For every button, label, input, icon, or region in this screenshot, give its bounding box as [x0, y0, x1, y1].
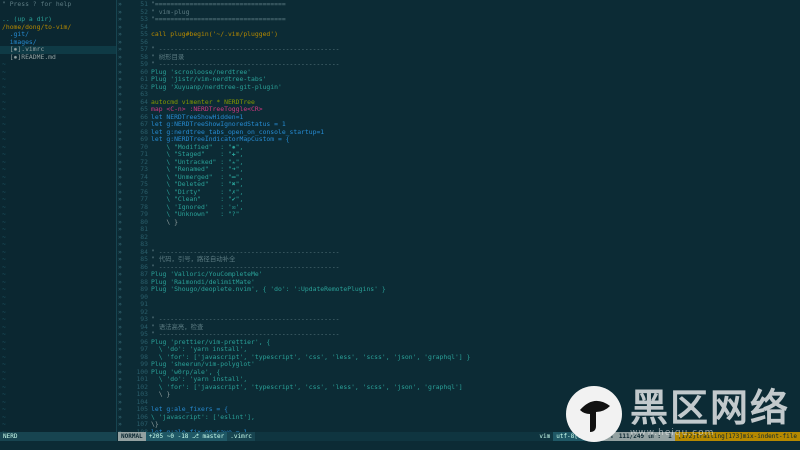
code-text: \ 'javascript': ['eslint'], [151, 412, 255, 421]
nerdtree-empty-row: ~ [2, 345, 6, 353]
code-line[interactable]: » 51 "================================== [118, 0, 800, 9]
nerdtree-empty-row: ~ [2, 285, 6, 293]
code-text: Plug 'Shougo/deoplete.nvim', { 'do': ':U… [151, 285, 386, 293]
nerdtree-item[interactable]: [✹]README.md [0, 53, 116, 62]
nerdtree-help-hint: " Press ? for help [2, 0, 72, 8]
nerdtree-empty-row: ~ [2, 277, 6, 286]
nerdtree-empty-row: ~ [2, 337, 6, 346]
nerdtree-panel[interactable]: " Press ? for help .. (up a dir)/home/do… [0, 0, 117, 432]
code-line[interactable]: » 93 " -----------------------------------… [118, 315, 800, 324]
nerdtree-empty-row: ~ [2, 82, 6, 91]
nerdtree-empty-row: ~ [2, 352, 6, 361]
nerdtree-empty-row: ~ [2, 367, 6, 376]
nerdtree-empty-row: ~ [2, 270, 6, 278]
nerdtree-empty-row: ~ [2, 135, 6, 143]
mode-indicator: NORMAL [118, 432, 146, 441]
vim-window: " Press ? for help .. (up a dir)/home/do… [0, 0, 800, 450]
nerdtree-empty-row: ~ [2, 322, 6, 331]
nerdtree-empty-row: ~ [2, 360, 6, 368]
filetype-indicator: vim [539, 433, 551, 440]
nerdtree-status-label: NERD [3, 433, 18, 440]
code-line[interactable]: » 91 [118, 300, 800, 309]
watermark-url: www.heiqu.com [630, 428, 715, 438]
code-line[interactable]: » 99 Plug 'sheerun/vim-polyglot' [118, 360, 800, 369]
nerdtree-empty-row: ~ [2, 187, 6, 196]
code-line[interactable]: » 81 [118, 225, 800, 234]
statusline-spacer [255, 432, 536, 441]
code-line[interactable]: » 82 [118, 233, 800, 242]
nerdtree-empty-row: ~ [2, 330, 6, 338]
nerdtree-empty-row: ~ [2, 165, 6, 173]
nerdtree-empty-row: ~ [2, 120, 6, 128]
current-filename: .vimrc [227, 432, 255, 441]
code-line[interactable]: » 53 "================================== [118, 15, 800, 24]
code-line[interactable]: » 89 Plug 'Shougo/deoplete.nvim', { 'do': … [118, 285, 800, 294]
nerdtree-empty-row: ~ [2, 157, 6, 166]
nerdtree-empty-row: ~ [2, 262, 6, 271]
nerdtree-empty-row: ~ [2, 142, 6, 151]
nerdtree-empty-row: ~ [2, 97, 6, 106]
nerdtree-empty-row: ~ [2, 405, 6, 413]
nerdtree-empty-row: ~ [2, 300, 6, 308]
nerdtree-empty-row: ~ [2, 240, 6, 248]
nerdtree-empty-row: ~ [2, 195, 6, 203]
nerdtree-empty-row: ~ [2, 225, 6, 233]
code-text: \ } [151, 217, 178, 226]
code-text: Plug 'Xuyuanp/nerdtree-git-plugin' [151, 82, 282, 91]
code-line[interactable]: » 79 \ "Unknown" : "?" [118, 210, 800, 219]
code-line[interactable]: » 62 Plug 'Xuyuanp/nerdtree-git-plugin' [118, 82, 800, 92]
code-line[interactable]: » 57 " -----------------------------------… [118, 45, 800, 54]
nerdtree-empty-row: ~ [2, 382, 6, 391]
nerdtree-empty-row: ~ [2, 202, 6, 211]
watermark-logo-icon [566, 386, 622, 442]
nerdtree-empty-row: ~ [2, 315, 6, 323]
git-branch-status: +205 ~0 -18 ⎇ master [145, 432, 228, 441]
nerdtree-empty-row: ~ [2, 390, 6, 398]
nerdtree-empty-row: ~ [2, 180, 6, 188]
nerdtree-empty-row: ~ [2, 105, 6, 113]
code-text: \ 'for': ['javascript', 'typescript', 'c… [151, 382, 463, 391]
code-text: "================================== [151, 15, 286, 23]
watermark: 黑区网络 www.heiqu.com [566, 382, 800, 450]
nerdtree-empty-row: ~ [2, 75, 6, 83]
nerdtree-statusline: NERD [0, 432, 117, 441]
nerdtree-empty-row: ~ [2, 217, 6, 226]
editor-buffer[interactable]: » 51 "================================== » 5… [118, 0, 800, 433]
code-text: call plug#begin('~/.vim/plugged') [151, 30, 278, 38]
nerdtree-empty-row: ~ [2, 232, 6, 241]
nerdtree-empty-row: ~ [2, 412, 6, 421]
code-line[interactable]: » 90 [118, 293, 800, 302]
nerdtree-empty-row: ~ [2, 292, 6, 301]
code-line[interactable]: » 55 call plug#begin('~/.vim/plugged') [118, 30, 800, 39]
nerdtree-empty-row: ~ [2, 127, 6, 136]
nerdtree-empty-row: ~ [2, 397, 6, 406]
nerdtree-empty-row: ~ [2, 420, 6, 428]
nerdtree-empty-row: ~ [2, 375, 6, 383]
nerdtree-empty-row: ~ [2, 90, 6, 98]
nerdtree-file-list: .. (up a dir)/home/dong/to-vim/ .git/ im… [0, 9, 116, 432]
code-line[interactable]: » 80 \ } [118, 217, 800, 227]
nerdtree-empty-row: ~ [2, 112, 6, 121]
nerdtree-empty-row: ~ [2, 307, 6, 316]
nerdtree-empty-row: ~ [2, 247, 6, 256]
nerdtree-empty-row: ~ [2, 172, 6, 181]
watermark-text: 黑区网络 [630, 386, 791, 430]
nerdtree-empty-row: ~ [2, 255, 6, 263]
nerdtree-empty-row: ~ [2, 60, 6, 68]
code-text: \ } [151, 390, 171, 398]
nerdtree-empty-row: ~ [2, 150, 6, 158]
nerdtree-empty-row: ~ [2, 210, 6, 218]
nerdtree-empty-row: ~ [2, 67, 6, 76]
